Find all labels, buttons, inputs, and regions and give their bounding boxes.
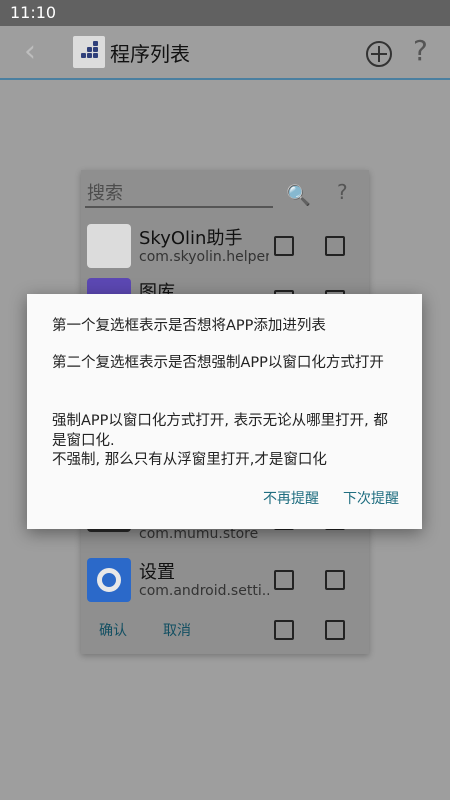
page-title: 程序列表 bbox=[110, 42, 190, 66]
tip-line-2: 第二个复选框表示是否想强制APP以窗口化方式打开 bbox=[52, 355, 384, 371]
force-window-checkbox[interactable] bbox=[325, 570, 345, 590]
select-all-force-checkbox[interactable] bbox=[325, 620, 345, 640]
app-package: com.skyolin.helper bbox=[139, 249, 269, 265]
search-input[interactable] bbox=[85, 180, 273, 208]
confirm-button[interactable]: 确认 bbox=[99, 620, 127, 640]
help-icon[interactable]: ? bbox=[413, 34, 428, 67]
skyolin-icon bbox=[87, 224, 131, 268]
force-window-checkbox[interactable] bbox=[325, 236, 345, 256]
add-to-list-checkbox[interactable] bbox=[274, 570, 294, 590]
app-package: com.android.setti... bbox=[139, 583, 269, 599]
app-name: SkyOlin助手 bbox=[139, 228, 243, 249]
app-name: 设置 bbox=[139, 562, 175, 583]
status-time: 11:10 bbox=[10, 3, 57, 22]
add-circle-icon[interactable] bbox=[366, 41, 392, 67]
dialog-footer: 确认 取消 bbox=[81, 614, 369, 646]
chevron-left-icon[interactable]: ‹ bbox=[18, 36, 42, 68]
app-bar: ‹ 程序列表 ? bbox=[0, 26, 450, 80]
list-item: 设置 com.android.setti... bbox=[81, 554, 369, 606]
help-icon[interactable]: ? bbox=[337, 180, 348, 204]
status-bar: 11:10 bbox=[0, 0, 450, 26]
cancel-button[interactable]: 取消 bbox=[163, 620, 191, 640]
settings-gear-icon bbox=[87, 558, 131, 602]
search-icon[interactable]: 🔍 bbox=[286, 183, 311, 207]
skyolin-logo-icon bbox=[73, 36, 105, 68]
list-item: SkyOlin助手 com.skyolin.helper bbox=[81, 220, 369, 272]
tip-dialog: 第一个复选框表示是否想将APP添加进列表 第二个复选框表示是否想强制APP以窗口… bbox=[27, 294, 422, 529]
tip-line-3: 强制APP以窗口化方式打开, 表示无论从哪里打开, 都是窗口化. bbox=[52, 413, 388, 449]
remind-next-time-button[interactable]: 下次提醒 bbox=[343, 488, 399, 508]
tip-line-4: 不强制, 那么只有从浮窗里打开,才是窗口化 bbox=[52, 452, 327, 468]
dont-remind-button[interactable]: 不再提醒 bbox=[263, 488, 319, 508]
add-to-list-checkbox[interactable] bbox=[274, 236, 294, 256]
tip-line-1: 第一个复选框表示是否想将APP添加进列表 bbox=[52, 318, 326, 334]
select-all-add-checkbox[interactable] bbox=[274, 620, 294, 640]
